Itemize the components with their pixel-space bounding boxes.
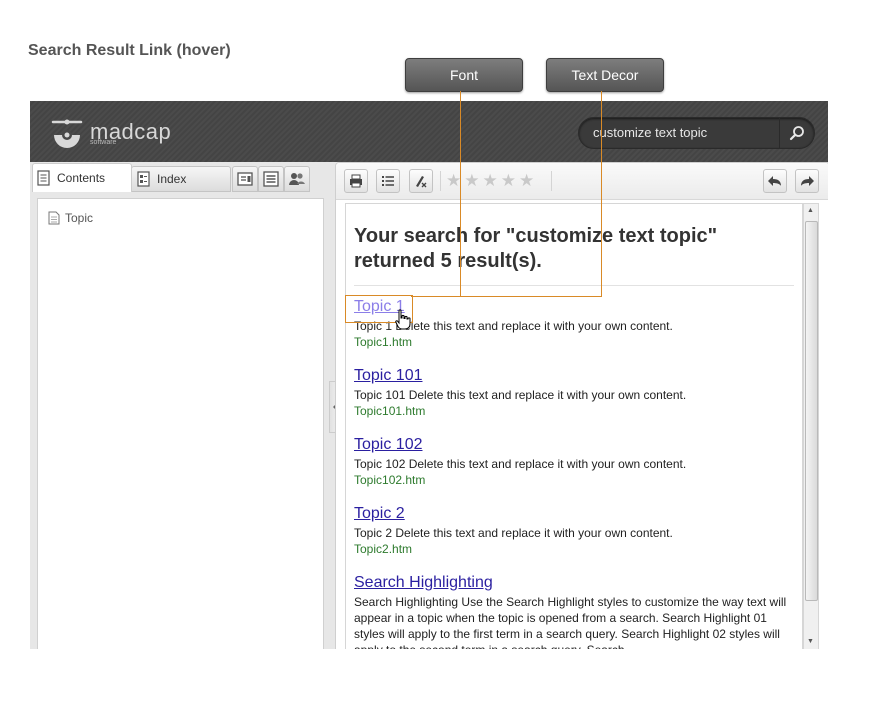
search-result-abstract: Topic 102 Delete this text and replace i…	[354, 457, 687, 471]
remove-highlight-button[interactable]	[409, 169, 433, 193]
search-box	[578, 117, 815, 149]
scroll-down-arrow-icon[interactable]: ▼	[807, 638, 814, 645]
vertical-scrollbar[interactable]: ▲ ▼	[803, 203, 819, 649]
search-result-url: Topic1.htm	[354, 335, 413, 349]
search-icon	[789, 126, 804, 141]
logo-subtext: software	[90, 139, 117, 146]
print-icon	[350, 174, 362, 188]
tab-community[interactable]	[284, 166, 310, 192]
list-icon	[382, 176, 394, 186]
scroll-up-arrow-icon[interactable]: ▲	[807, 207, 814, 214]
header-bar: madcap software	[30, 101, 828, 162]
search-result-url: Topic2.htm	[354, 542, 413, 556]
topic-toolbar: ★ ★ ★ ★ ★	[336, 163, 828, 200]
search-results-content: Your search for "customize text topic" r…	[345, 203, 803, 649]
remove-highlight-icon	[416, 176, 427, 188]
search-result-abstract: Topic 2 Delete this text and replace it …	[354, 526, 673, 540]
heading-divider	[354, 285, 794, 286]
tab-contents[interactable]: Contents	[32, 163, 132, 192]
callout-font-label: Font	[405, 58, 523, 92]
toc-item-label: Topic	[65, 211, 94, 225]
glossary-icon	[237, 172, 253, 186]
search-result-item: Search Highlighting Search Highlighting …	[354, 573, 794, 649]
tab-contents-label: Contents	[57, 171, 106, 185]
search-result-url: Topic102.htm	[354, 473, 426, 487]
hand-pointer-cursor-icon	[395, 309, 411, 330]
search-result-item: Topic 2 Topic 2 Delete this text and rep…	[354, 504, 794, 557]
back-arrow-icon	[768, 176, 781, 186]
tab-browse-sequences[interactable]	[258, 166, 284, 192]
search-result-link[interactable]: Topic 102	[354, 435, 423, 455]
print-button[interactable]	[344, 169, 368, 193]
search-results-heading: Your search for "customize text topic" r…	[354, 225, 718, 272]
index-tab-icon	[137, 171, 150, 187]
callout-line-text-decor	[601, 91, 602, 297]
star-icon[interactable]: ★	[483, 172, 498, 189]
star-icon[interactable]: ★	[519, 172, 534, 189]
callout-line-font	[460, 91, 461, 297]
search-result-abstract: Search Highlighting Use the Search Highl…	[354, 595, 787, 649]
search-result-item: Topic 1 Topic 1 Delete this text and rep…	[354, 297, 794, 350]
callout-line-connector	[411, 296, 602, 297]
scrollbar-thumb[interactable]	[805, 221, 818, 601]
topic-page-icon	[48, 211, 60, 225]
search-button[interactable]	[779, 118, 814, 148]
users-icon	[289, 173, 305, 185]
contents-tab-icon	[37, 170, 50, 186]
callout-text-decor-label: Text Decor	[546, 58, 664, 92]
toc-sync-button[interactable]	[376, 169, 400, 193]
toc-panel: Topic	[37, 198, 324, 649]
forward-button[interactable]	[795, 169, 819, 193]
madcap-propeller-icon	[51, 119, 83, 148]
back-button[interactable]	[763, 169, 787, 193]
search-result-url: Topic101.htm	[354, 404, 426, 418]
tab-index[interactable]: Index	[131, 166, 231, 192]
toolbar-separator	[440, 171, 441, 191]
star-icon[interactable]: ★	[501, 172, 516, 189]
search-input[interactable]	[593, 125, 773, 140]
figure-caption: Search Result Link (hover)	[28, 42, 231, 59]
madcap-logo: madcap software	[50, 115, 171, 149]
toolbar-separator	[551, 171, 552, 191]
search-result-link[interactable]: Topic 2	[354, 504, 405, 524]
tab-glossary[interactable]	[232, 166, 258, 192]
forward-arrow-icon	[801, 176, 814, 186]
search-result-link[interactable]: Search Highlighting	[354, 573, 493, 593]
help-viewer-window: madcap software Contents	[30, 101, 828, 649]
search-result-abstract: Topic 1 Delete this text and replace it …	[354, 319, 673, 333]
navigation-pane: Contents Index Topic	[30, 162, 330, 649]
tab-index-label: Index	[157, 172, 187, 186]
search-result-link[interactable]: Topic 101	[354, 366, 423, 386]
toc-item-topic[interactable]: Topic	[48, 211, 93, 225]
search-result-item: Topic 101 Topic 101 Delete this text and…	[354, 366, 794, 419]
topic-pane: ★ ★ ★ ★ ★ Your search for "customize tex…	[335, 162, 828, 649]
star-icon[interactable]: ★	[446, 172, 461, 189]
search-result-abstract: Topic 101 Delete this text and replace i…	[354, 388, 687, 402]
star-icon[interactable]: ★	[464, 172, 479, 189]
list-icon	[263, 171, 279, 187]
search-result-item: Topic 102 Topic 102 Delete this text and…	[354, 435, 794, 488]
